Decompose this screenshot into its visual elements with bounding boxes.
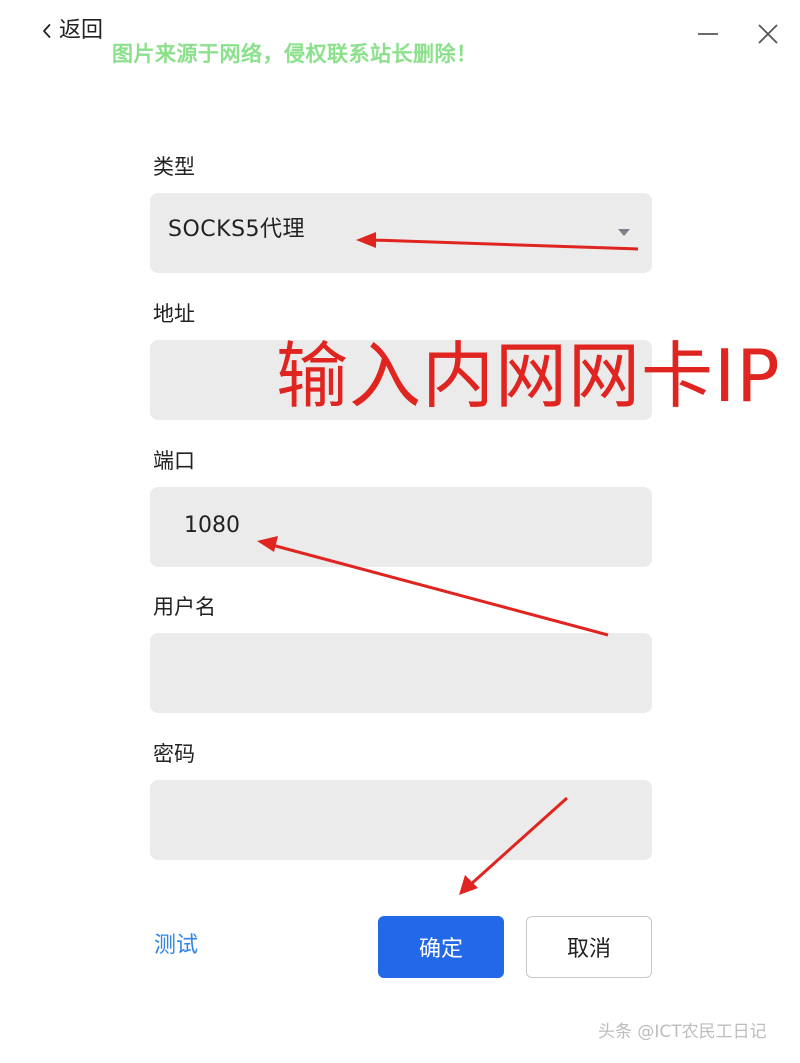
watermark-bottom: 头条 @ICT农民工日记 <box>598 1022 767 1042</box>
close-icon <box>758 24 778 44</box>
password-label: 密码 <box>153 742 195 766</box>
caret-down-icon <box>618 229 630 236</box>
type-select-value: SOCKS5代理 <box>168 217 306 242</box>
minimize-button[interactable] <box>694 20 722 48</box>
annotation-text: 输入内网网卡IP <box>276 334 781 418</box>
cancel-button[interactable]: 取消 <box>526 916 652 978</box>
type-label: 类型 <box>153 155 195 179</box>
back-button[interactable]: 返回 <box>42 14 103 48</box>
watermark-top: 图片来源于网络，侵权联系站长删除！ <box>112 42 478 66</box>
port-input[interactable]: 1080 <box>150 487 652 567</box>
minimize-icon <box>698 33 718 35</box>
chevron-left-icon <box>43 24 51 38</box>
type-select[interactable]: SOCKS5代理 <box>150 193 652 273</box>
confirm-button[interactable]: 确定 <box>378 916 504 978</box>
password-input[interactable] <box>150 780 652 860</box>
username-label: 用户名 <box>153 595 216 619</box>
back-label: 返回 <box>59 18 104 43</box>
address-label: 地址 <box>153 302 195 326</box>
port-input-value: 1080 <box>184 513 240 538</box>
test-link[interactable]: 测试 <box>154 935 198 957</box>
username-input[interactable] <box>150 633 652 713</box>
close-button[interactable] <box>754 20 782 48</box>
port-label: 端口 <box>153 449 195 473</box>
